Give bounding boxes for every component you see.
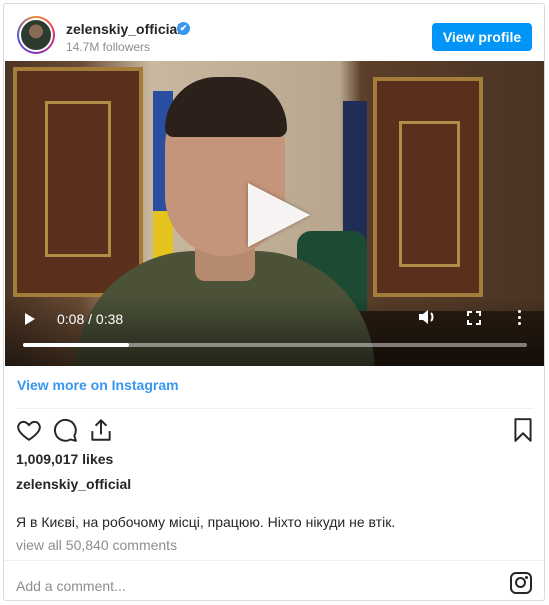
- volume-icon-svg: [419, 310, 434, 324]
- bookmark-icon[interactable]: [510, 417, 536, 443]
- more-options-icon[interactable]: [517, 310, 521, 326]
- instagram-embed-card: zelenskiy_official ✔ 14.7M followers Vie…: [3, 3, 545, 601]
- controls-shade: [5, 296, 544, 366]
- video-scene-door-right: [373, 77, 483, 297]
- heart-icon[interactable]: [16, 417, 42, 443]
- instagram-icon[interactable]: [510, 572, 532, 594]
- add-comment-field[interactable]: Add a comment...: [16, 578, 126, 594]
- video-scene-door-left: [13, 67, 143, 297]
- video-player[interactable]: 0:08 / 0:38: [5, 61, 544, 366]
- volume-icon[interactable]: [417, 308, 439, 326]
- video-progress-fill: [23, 343, 129, 347]
- caption-username[interactable]: zelenskiy_official: [16, 476, 131, 492]
- divider: [16, 408, 534, 409]
- view-profile-button[interactable]: View profile: [432, 23, 532, 51]
- share-icon[interactable]: [88, 417, 114, 443]
- big-play-icon[interactable]: [248, 183, 310, 247]
- verified-badge-icon: ✔: [177, 22, 190, 35]
- post-caption: Я в Києві, на робочому місці, працюю. Ні…: [16, 514, 396, 530]
- post-header: zelenskiy_official ✔ 14.7M followers Vie…: [4, 4, 544, 61]
- username-link[interactable]: zelenskiy_official: [66, 21, 181, 37]
- divider: [4, 560, 544, 561]
- avatar-image: [19, 18, 53, 52]
- follower-count: 14.7M followers: [66, 40, 151, 54]
- view-comments-link[interactable]: view all 50,840 comments: [16, 537, 177, 553]
- view-more-link[interactable]: View more on Instagram: [17, 377, 179, 393]
- avatar[interactable]: [17, 16, 55, 54]
- comment-icon[interactable]: [52, 417, 78, 443]
- like-count[interactable]: 1,009,017 likes: [16, 451, 113, 467]
- video-progress-bar[interactable]: [23, 343, 527, 347]
- fullscreen-icon[interactable]: [467, 311, 481, 325]
- play-icon[interactable]: [25, 313, 35, 325]
- video-time: 0:08 / 0:38: [57, 311, 124, 327]
